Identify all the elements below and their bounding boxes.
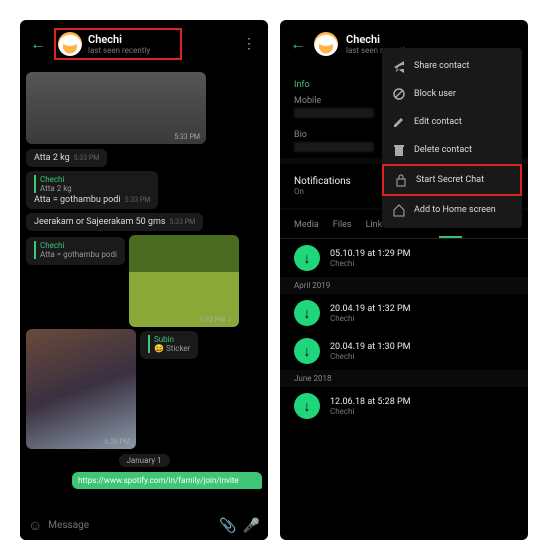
contact-header-highlight[interactable]: Chechi last seen recently — [54, 28, 182, 60]
link-message[interactable]: https://www.spotify.com/in/family/join/i… — [72, 472, 262, 489]
notif-label: Notifications — [294, 176, 351, 187]
download-icon[interactable]: ↓ — [294, 393, 320, 419]
message-input[interactable] — [48, 520, 213, 531]
image-message[interactable]: 5:42 PM ✓ — [129, 235, 239, 327]
menu-block[interactable]: Block user — [382, 80, 522, 108]
reply-message[interactable]: ChechiAtta 2 kg Atta = gothambu podi5:33… — [26, 171, 158, 209]
image-message[interactable]: 6:20 PM — [26, 329, 136, 449]
message-list: 5:33 PM Atta 2 kg5:33 PM ChechiAtta 2 kg… — [20, 68, 268, 508]
mobile-value — [294, 108, 374, 118]
text-message[interactable]: Atta 2 kg5:33 PM — [26, 149, 107, 167]
image-message[interactable]: 5:33 PM — [26, 72, 206, 144]
menu-lock[interactable]: Start Secret Chat — [382, 164, 522, 196]
tab-media[interactable]: Media — [294, 220, 319, 238]
chat-screen: ← Chechi last seen recently ⋮ 5:33 PM At… — [20, 20, 268, 540]
chat-header: ← Chechi last seen recently ⋮ — [20, 20, 268, 68]
mic-icon[interactable]: 🎤 — [243, 518, 260, 534]
voice-item[interactable]: ↓05.10.19 at 1:29 PMChechi — [280, 239, 528, 277]
avatar — [58, 32, 82, 56]
more-icon[interactable]: ⋮ — [242, 36, 256, 52]
reply-message[interactable]: ChechiAtta = gothambu podi — [26, 237, 125, 265]
input-bar: ☺ 📎 🎤 — [20, 511, 268, 540]
month-header: June 2018 — [280, 370, 528, 387]
emoji-icon[interactable]: ☺ — [28, 517, 42, 534]
attach-icon[interactable]: 📎 — [219, 518, 236, 534]
contact-name: Chechi — [88, 33, 150, 46]
contact-status: last seen recently — [88, 46, 150, 55]
profile-screen: ← Chechi last seen recently Share contac… — [280, 20, 528, 540]
edit-icon — [392, 115, 406, 129]
menu-share[interactable]: Share contact — [382, 52, 522, 80]
voice-item[interactable]: ↓20.04.19 at 1:32 PMChechi — [280, 294, 528, 332]
lock-icon — [394, 173, 408, 187]
tab-files[interactable]: Files — [333, 220, 352, 238]
sticker-reply[interactable]: Subin😄 Sticker — [140, 331, 198, 359]
context-menu: Share contactBlock userEdit contactDelet… — [382, 48, 522, 228]
menu-delete[interactable]: Delete contact — [382, 136, 522, 164]
back-icon[interactable]: ← — [290, 34, 306, 54]
month-header: April 2019 — [280, 277, 528, 294]
voice-item[interactable]: ↓20.04.19 at 1:30 PMChechi — [280, 332, 528, 370]
block-icon — [392, 87, 406, 101]
home-icon — [392, 203, 406, 217]
download-icon[interactable]: ↓ — [294, 338, 320, 364]
notif-state: On — [294, 187, 351, 196]
back-icon[interactable]: ← — [30, 34, 46, 54]
date-separator: January 1 — [26, 455, 262, 466]
menu-edit[interactable]: Edit contact — [382, 108, 522, 136]
text-message[interactable]: Jeerakam or Sajeerakam 50 gms5:33 PM — [26, 213, 203, 231]
voice-item[interactable]: ↓12.06.18 at 5:28 PMChechi — [280, 387, 528, 425]
voice-list: ↓05.10.19 at 1:29 PMChechiApril 2019↓20.… — [280, 239, 528, 425]
contact-name: Chechi — [346, 33, 408, 46]
bio-value — [294, 142, 374, 152]
avatar — [314, 32, 338, 56]
menu-home[interactable]: Add to Home screen — [382, 196, 522, 224]
delete-icon — [392, 143, 406, 157]
download-icon[interactable]: ↓ — [294, 245, 320, 271]
share-icon — [392, 59, 406, 73]
download-icon[interactable]: ↓ — [294, 300, 320, 326]
